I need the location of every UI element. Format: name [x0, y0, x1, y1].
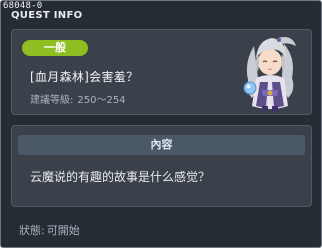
quest-name: [血月森林]会害羞？ — [30, 70, 139, 84]
status-value: 可開始 — [46, 224, 80, 237]
content-header: 內容 — [18, 135, 305, 155]
recommended-level-label: 建議等級: — [30, 95, 74, 106]
content-text: 云魔说的有趣的故事是什么感觉？ — [30, 170, 211, 184]
quest-category-badge: 一般 — [22, 40, 88, 56]
quest-content-panel: 內容 云魔说的有趣的故事是什么感觉？ — [11, 125, 312, 207]
status-label: 狀態: — [19, 224, 45, 237]
quest-summary-panel: 一般 [血月森林]会害羞？ 建議等級: 250～254 — [11, 29, 312, 115]
window-title: QUEST INFO — [11, 10, 83, 21]
quest-status: 狀態: 可開始 — [19, 222, 82, 238]
npc-portrait-icon — [243, 37, 296, 112]
recommended-level-value: 250～254 — [77, 95, 126, 106]
recommended-level: 建議等級: 250～254 — [30, 91, 130, 106]
quest-info-window: 68048-0 QUEST INFO 一般 [血月森林]会害羞？ 建議等級: 25… — [0, 0, 322, 248]
